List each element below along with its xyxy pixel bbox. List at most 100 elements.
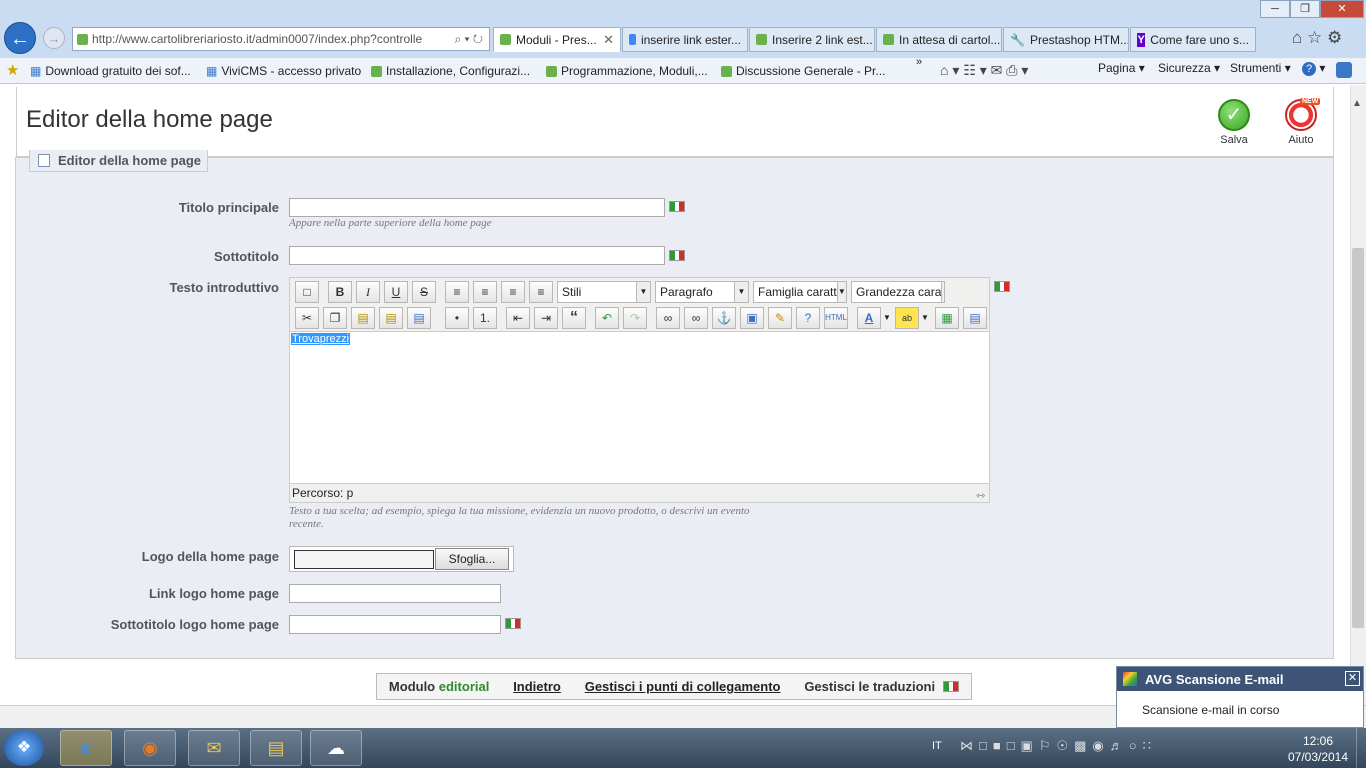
underline-button[interactable]: U [384,281,408,303]
firefox-taskbar-icon[interactable]: ◉ [124,730,176,766]
align-center-icon[interactable]: ≡ [473,281,497,303]
bold-button[interactable]: B [328,281,352,303]
manage-hooks-link[interactable]: Gestisci i punti di collegamento [585,679,781,694]
ie-page-icon: ▦ [206,64,218,78]
scroll-up-arrow-icon[interactable]: ▲ [1352,98,1362,109]
help-icon[interactable]: ? [796,307,820,329]
indent-icon[interactable]: ⇥ [534,307,558,329]
bookmark-item[interactable]: ▦ Download gratuito dei sof... [30,61,191,81]
font-family-select[interactable]: Famiglia caratt ▼ [753,281,847,303]
save-button[interactable]: ✓ Salva [1209,99,1259,146]
italian-flag-icon[interactable] [994,281,1010,292]
subtitle-input[interactable] [289,246,665,265]
italian-flag-icon[interactable] [669,201,685,212]
image-icon[interactable]: ▣ [740,307,764,329]
manage-translations[interactable]: Gestisci le traduzioni [804,679,960,694]
tab-google[interactable]: inserire link ester... [622,27,748,52]
strikethrough-button[interactable]: S [412,281,436,303]
more-chevron-icon[interactable]: » [916,56,922,68]
tab-attesa[interactable]: In attesa di cartol... [876,27,1002,52]
logo-subtitle-input[interactable] [289,615,501,634]
html-source-icon[interactable]: HTML [824,307,848,329]
template-icon[interactable]: ▤ [963,307,987,329]
search-refresh-icons[interactable]: ⌕ ▾ ↻ [454,32,489,47]
menu-sicurezza[interactable]: Sicurezza ▾ [1158,61,1220,75]
command-icons[interactable]: ⌂ ▾ ☷ ▾ ✉ ⎙ ▾ [940,62,1028,79]
editor-content-area[interactable] [290,331,989,484]
bookmark-item[interactable]: Discussione Generale - Pr... [721,61,885,81]
logo-link-input[interactable] [289,584,501,603]
ie-taskbar-icon[interactable]: e [60,730,112,766]
paste-word-icon[interactable]: ▤ [407,307,431,329]
explorer-taskbar-icon[interactable]: ▤ [250,730,302,766]
outdent-icon[interactable]: ⇤ [506,307,530,329]
font-size-select[interactable]: Grandezza cara▼ [851,281,945,303]
favorites-star-icon[interactable]: ★ [6,61,19,79]
italian-flag-icon[interactable] [669,250,685,261]
text-color-icon[interactable]: A [857,307,881,329]
cut-icon[interactable]: ✂ [295,307,319,329]
paste-text-icon[interactable]: ▤ [379,307,403,329]
home-star-gear-icons[interactable]: ⌂ ☆ ⚙ [1292,28,1342,48]
highlight-color-icon[interactable]: ab [895,307,919,329]
minimize-button[interactable]: ─ [1260,0,1290,18]
tab-moduli[interactable]: Moduli - Pres... ✕ [493,27,621,52]
system-tray-icons[interactable]: ⋈□■□▣⚐☉▩◉♬○∷ [960,738,1157,754]
address-bar[interactable]: http://www.cartolibreriariosto.it/admin0… [72,27,490,51]
mail-taskbar-icon[interactable]: ✉ [188,730,240,766]
maximize-button[interactable]: ❐ [1290,0,1320,18]
chevron-down-icon[interactable]: ▼ [881,307,893,329]
numbered-list-icon[interactable]: 1. [473,307,497,329]
copy-icon[interactable]: ❐ [323,307,347,329]
media-icon[interactable]: ▦ [935,307,959,329]
start-button[interactable]: ❖ [4,730,44,766]
italian-flag-icon[interactable] [943,681,960,692]
chevron-down-icon[interactable]: ▼ [919,307,931,329]
link-icon[interactable]: ∞ [656,307,680,329]
editor-selected-link-text[interactable]: Trovaprezzi [291,333,351,345]
italian-flag-icon[interactable] [505,618,521,629]
show-desktop-button[interactable] [1356,728,1366,768]
bookmark-item[interactable]: ▦ ViviCMS - accesso privato [206,61,361,81]
align-right-icon[interactable]: ≡ [501,281,525,303]
close-tab-icon[interactable]: ✕ [603,32,614,48]
align-justify-icon[interactable]: ≡ [529,281,553,303]
menu-pagina[interactable]: Pagina ▾ [1098,61,1145,75]
scrollbar-thumb[interactable] [1352,248,1364,628]
unlink-icon[interactable]: ∞ [684,307,708,329]
back-link[interactable]: Indietro [513,679,561,694]
tab-inserire[interactable]: Inserire 2 link est... [749,27,875,52]
styles-select[interactable]: Stili ▼ [557,281,651,303]
new-document-icon[interactable]: □ [295,281,319,303]
app-taskbar-icon[interactable]: ☁ [310,730,362,766]
italic-button[interactable]: I [356,281,380,303]
language-indicator[interactable]: IT [932,740,942,752]
avg-close-icon[interactable]: ✕ [1345,671,1360,686]
anchor-icon[interactable]: ⚓ [712,307,736,329]
close-window-button[interactable]: ✕ [1320,0,1364,18]
bookmark-item[interactable]: Programmazione, Moduli,... [546,61,708,81]
paste-icon[interactable]: ▤ [351,307,375,329]
file-path-field[interactable] [294,550,434,569]
main-title-input[interactable] [289,198,665,217]
bullet-list-icon[interactable]: • [445,307,469,329]
avg-title: AVG Scansione E-mail [1145,671,1284,687]
help-button[interactable]: Aiuto [1276,99,1326,146]
redo-icon[interactable]: ↷ [623,307,647,329]
resize-handle-icon[interactable]: ⇿ [976,489,985,502]
tab-prestashop-html[interactable]: 🔧 Prestashop HTM... [1003,27,1129,52]
blockquote-icon[interactable]: “ [562,307,586,329]
forward-button[interactable]: → [43,27,65,49]
format-select[interactable]: Paragrafo ▼ [655,281,749,303]
cleanup-icon[interactable]: ✎ [768,307,792,329]
clock[interactable]: 12:06 07/03/2014 [1286,733,1350,765]
tab-yahoo[interactable]: Y Come fare uno s... [1130,27,1256,52]
help-menu-icon[interactable]: ? ▾ [1302,61,1325,76]
back-button[interactable]: ← [4,22,36,54]
bookmark-item[interactable]: Installazione, Configurazi... [371,61,530,81]
align-left-icon[interactable]: ≡ [445,281,469,303]
browse-button[interactable]: Sfoglia... [435,548,509,570]
skype-icon[interactable] [1336,62,1352,78]
undo-icon[interactable]: ↶ [595,307,619,329]
menu-strumenti[interactable]: Strumenti ▾ [1230,61,1291,75]
